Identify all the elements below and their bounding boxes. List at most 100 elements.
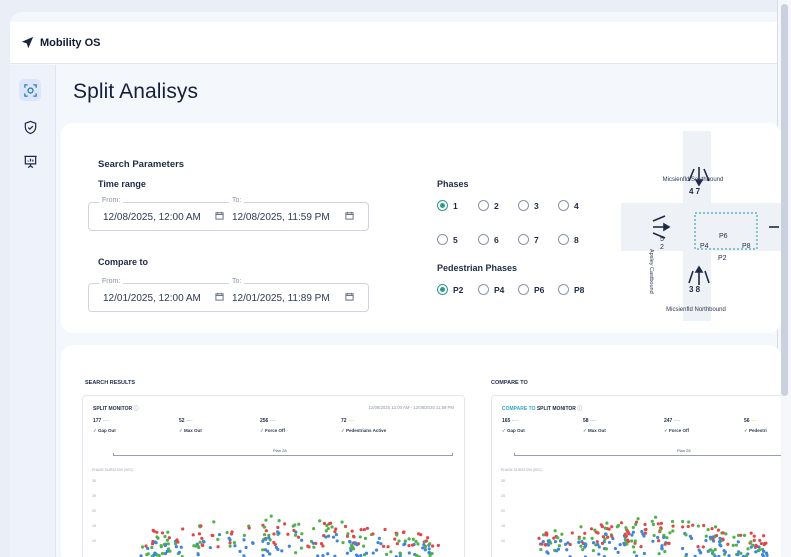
scatter-point xyxy=(560,532,564,536)
scatter-point xyxy=(167,536,171,540)
scatter-point xyxy=(352,535,356,539)
scatter-point xyxy=(312,527,316,531)
radio-indicator[interactable] xyxy=(437,284,448,295)
scatter-point xyxy=(722,549,726,553)
phase-radio-3[interactable]: 3 xyxy=(518,200,539,211)
scatter-point xyxy=(639,544,643,549)
scatter-point xyxy=(736,553,740,557)
stat-label[interactable]: ✓ Gap Out xyxy=(502,428,525,434)
phase-radio-7[interactable]: 7 xyxy=(518,234,539,245)
scatter-point xyxy=(210,533,214,538)
scatter-point xyxy=(597,545,601,549)
scatter-point xyxy=(312,545,316,549)
phase-radio-2[interactable]: 2 xyxy=(478,200,499,211)
scatter-point xyxy=(283,522,287,526)
ped-phase-radio-p6[interactable]: P6 xyxy=(518,284,544,295)
scatter-point xyxy=(708,548,712,552)
scatter-point xyxy=(318,519,322,523)
compare-from-value[interactable]: 12/01/2025, 12:00 AM xyxy=(103,293,201,304)
ped-phase-label-p4: P4 xyxy=(700,243,709,250)
radio-indicator[interactable] xyxy=(518,234,529,245)
radio-indicator[interactable] xyxy=(478,284,489,295)
calendar-icon[interactable] xyxy=(215,292,224,301)
stat-label[interactable]: ✓ Max Out xyxy=(179,428,202,434)
scatter-point xyxy=(631,525,635,530)
phase-radio-5[interactable]: 5 xyxy=(437,234,458,245)
compare-to-value[interactable]: 12/01/2025, 11:89 PM xyxy=(232,293,330,304)
y-axis-label: PHASE DURATION (SEC) xyxy=(501,468,543,472)
stat-label[interactable]: ✓ Force Off xyxy=(664,428,689,434)
scatter-point xyxy=(197,545,201,550)
phase-radio-1[interactable]: 1 xyxy=(437,200,458,211)
scatter-point xyxy=(582,536,586,540)
intersection-diagram[interactable]: Micsienfld Southbound 4 7 3 8 Micsienfld… xyxy=(621,131,781,321)
scatter-point xyxy=(630,539,634,543)
scatter-point xyxy=(411,537,415,541)
phase-radio-4[interactable]: 4 xyxy=(558,200,579,211)
scatter-point xyxy=(708,535,712,539)
scatter-point xyxy=(758,538,762,543)
sidebar-item-search[interactable] xyxy=(19,79,41,101)
scatter-point xyxy=(607,527,611,531)
scatter-point xyxy=(556,536,560,540)
scrollbar-thumb[interactable] xyxy=(781,4,788,396)
scatter-point xyxy=(658,528,662,532)
radio-label: P4 xyxy=(494,284,505,295)
scatter-point xyxy=(273,542,277,547)
west-approach-label: Apsley Castbound xyxy=(648,249,654,294)
scatter-point xyxy=(287,544,291,548)
stat-label[interactable]: ✓ Force Off xyxy=(260,428,285,434)
compare-range-field[interactable]: From: 12/01/2025, 12:00 AM To: 12/01/202… xyxy=(88,278,369,312)
calendar-icon[interactable] xyxy=(345,211,354,220)
shield-check-icon xyxy=(24,120,36,134)
scatter-point xyxy=(565,548,569,552)
ped-phase-radio-p4[interactable]: P4 xyxy=(478,284,504,295)
scatter-point xyxy=(696,545,700,549)
stat-label[interactable]: ✓ Pedestrians Active xyxy=(341,428,386,434)
scatter-point xyxy=(539,547,543,552)
scatter-point xyxy=(659,521,664,525)
radio-indicator[interactable] xyxy=(437,200,448,211)
scatter-point xyxy=(163,551,168,556)
scatter-point xyxy=(591,541,596,545)
radio-indicator[interactable] xyxy=(518,284,529,295)
radio-indicator[interactable] xyxy=(478,234,489,245)
scatter-point xyxy=(416,542,420,546)
stat-label[interactable]: ✓ Gap Out xyxy=(93,428,116,434)
radio-indicator[interactable] xyxy=(558,200,569,211)
time-range-field[interactable]: From: 12/08/2025, 12:00 AM To: 12/08/202… xyxy=(88,197,369,231)
time-from-value[interactable]: 12/08/2025, 12:00 AM xyxy=(103,212,201,223)
stat-label[interactable]: ✓ Max Out xyxy=(583,428,606,434)
scatter-point xyxy=(642,534,646,538)
stat-label[interactable]: ✓ Pedestri xyxy=(744,428,767,434)
scatter-point xyxy=(376,540,380,545)
scatter-point xyxy=(276,530,280,534)
scatter-point xyxy=(335,539,339,543)
scatter-point xyxy=(597,552,601,556)
calendar-icon[interactable] xyxy=(345,292,354,301)
scatter-point xyxy=(276,525,280,530)
phase-radio-6[interactable]: 6 xyxy=(478,234,499,245)
radio-indicator[interactable] xyxy=(558,284,569,295)
radio-indicator[interactable] xyxy=(437,234,448,245)
sidebar-item-reports[interactable] xyxy=(19,150,41,172)
scatter-point xyxy=(616,523,621,528)
scatter-point xyxy=(660,544,664,548)
sidebar-item-security[interactable] xyxy=(19,116,41,138)
radio-indicator[interactable] xyxy=(518,200,529,211)
scatter-point xyxy=(166,530,170,534)
ped-phase-radio-p8[interactable]: P8 xyxy=(558,284,584,295)
phase-radio-8[interactable]: 8 xyxy=(558,234,579,245)
scatter-point xyxy=(689,536,694,540)
time-to-value[interactable]: 12/08/2025, 11:59 PM xyxy=(232,212,330,223)
app-logo[interactable]: Mobility OS xyxy=(21,36,101,49)
scatter-point xyxy=(739,551,743,555)
scatter-point xyxy=(228,538,232,542)
scatter-point xyxy=(266,541,270,546)
ped-phase-radio-p2[interactable]: P2 xyxy=(437,284,463,295)
scatter-point xyxy=(272,532,276,536)
radio-indicator[interactable] xyxy=(558,234,569,245)
radio-indicator[interactable] xyxy=(478,200,489,211)
calendar-icon[interactable] xyxy=(215,211,224,220)
scatter-point xyxy=(300,538,304,542)
